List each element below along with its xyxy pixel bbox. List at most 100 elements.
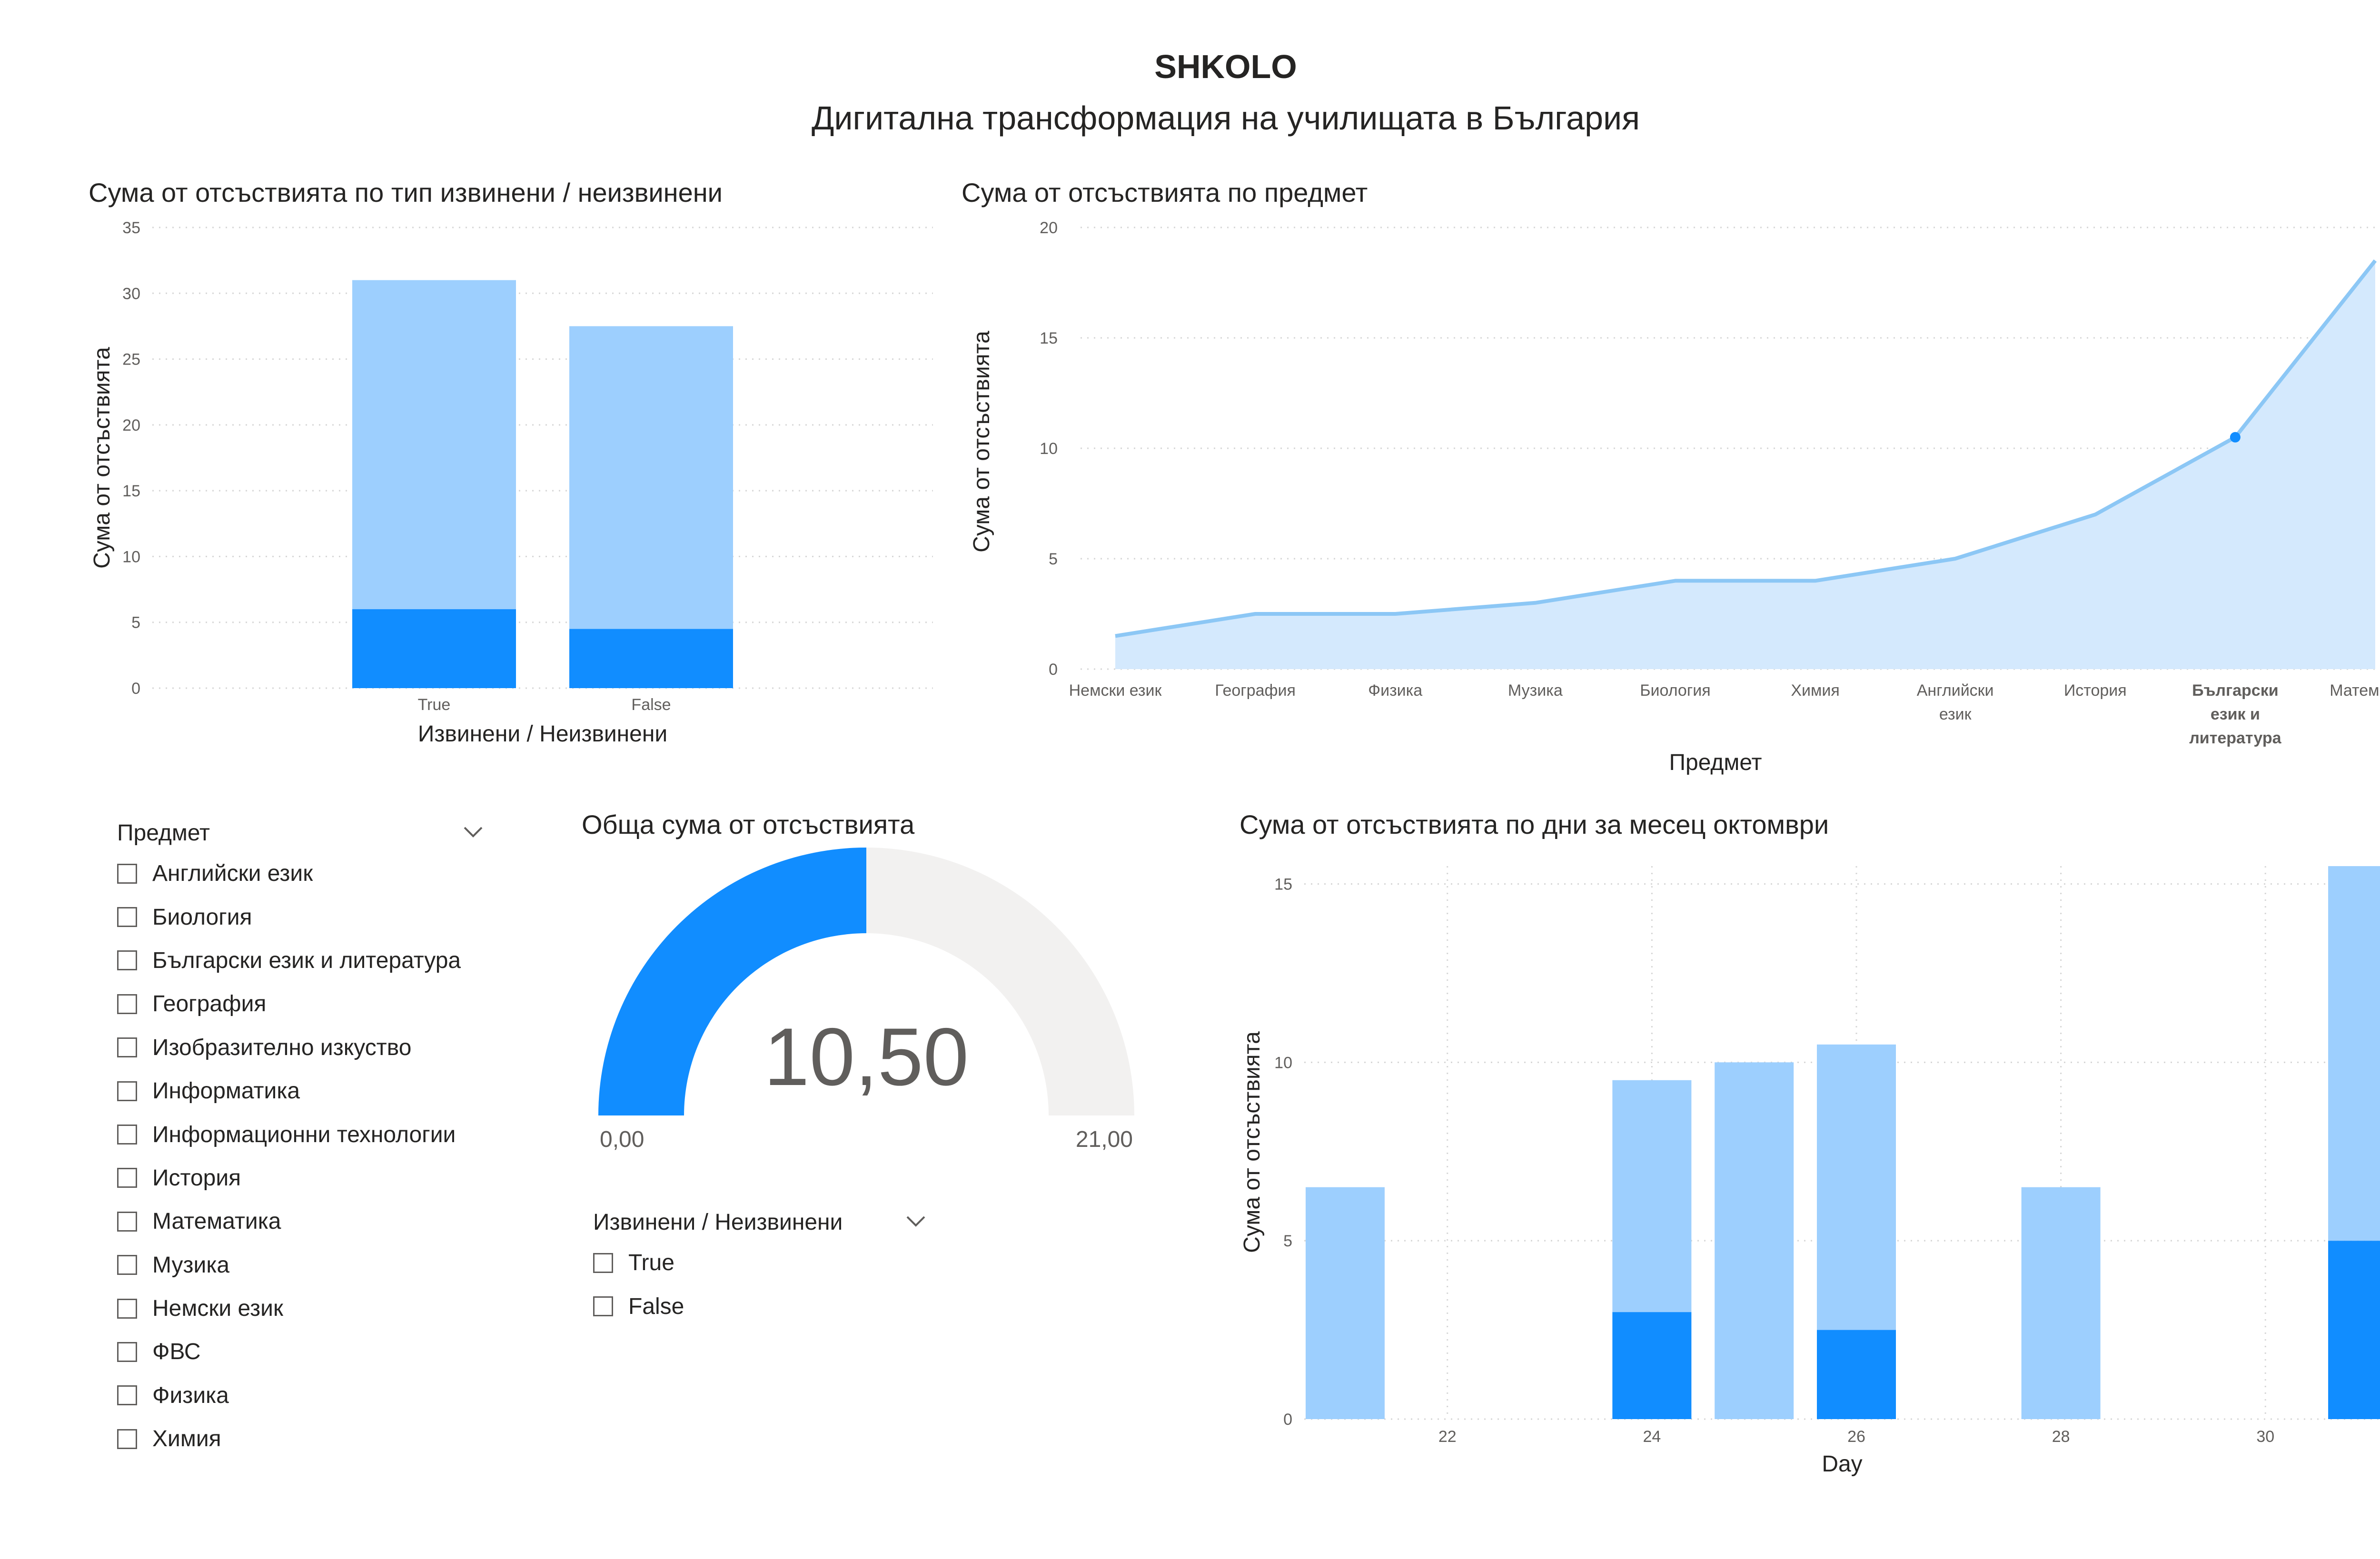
chevron-down-icon[interactable] xyxy=(905,1214,926,1231)
checkbox[interactable] xyxy=(117,1211,137,1232)
y-tick-label: 10 xyxy=(1040,440,1058,458)
y-tick-label: 0 xyxy=(1049,661,1058,679)
subject-slicer-item-label: ФВС xyxy=(152,1339,201,1365)
chart-absences-by-subject[interactable]: 0 5 10 15 20 Немски език География Физика Музика… xyxy=(947,209,2380,795)
subject-slicer-item[interactable]: ФВС xyxy=(117,1330,484,1373)
subject-slicer-item[interactable]: Изобразително изкуство xyxy=(117,1026,484,1069)
y-axis-title: Сума от отсъствията xyxy=(89,347,115,569)
subject-slicer-header: Предмет xyxy=(117,820,210,846)
checkbox[interactable] xyxy=(117,994,137,1014)
data-point[interactable] xyxy=(1675,580,1676,581)
checkbox[interactable] xyxy=(117,863,137,884)
chart-subject-title: Сума от отсъствията по предмет xyxy=(962,178,1368,207)
subject-slicer-item[interactable]: Информационни технологии xyxy=(117,1113,484,1156)
bar-segment-light[interactable] xyxy=(1715,1062,1794,1419)
subject-slicer-item[interactable]: Български език и литература xyxy=(117,939,484,982)
y-axis-title: Сума от отсъствията xyxy=(969,331,994,553)
gauge-title: Обща сума от отсъствията xyxy=(582,809,915,839)
subject-slicer-item[interactable]: Физика xyxy=(117,1374,484,1417)
x-tick-label: True xyxy=(418,696,451,714)
bar-segment-dark[interactable] xyxy=(2328,1241,2380,1419)
subject-slicer-item[interactable]: Английски език xyxy=(117,852,484,895)
excused-slicer: Извинени / Неизвинени True False xyxy=(593,1203,926,1328)
chart-excused-by-type[interactable]: 0 5 10 15 20 25 30 35 True False Извинени / Неизви… xyxy=(0,209,952,757)
report-title: SHKOLO xyxy=(1154,48,1297,85)
subject-slicer-item-label: Немски език xyxy=(152,1296,283,1322)
x-tick-label: История xyxy=(2064,681,2127,700)
subject-slicer-item-label: Музика xyxy=(152,1252,230,1278)
checkbox[interactable] xyxy=(117,1168,137,1188)
subject-slicer-item[interactable]: Биология xyxy=(117,895,484,938)
bar-segment-light[interactable] xyxy=(1817,1044,1896,1330)
y-tick-label: 20 xyxy=(1040,219,1058,237)
chart-absences-by-day[interactable]: 22 24 26 28 30 0 5 10 15 Day Сума от отсъствията xyxy=(1228,847,2380,1490)
subject-slicer-item[interactable]: История xyxy=(117,1156,484,1200)
y-tick-label: 30 xyxy=(122,285,140,303)
data-point[interactable] xyxy=(1115,635,1116,636)
checkbox[interactable] xyxy=(117,1125,137,1145)
subject-slicer-item-label: Физика xyxy=(152,1382,229,1408)
checkbox[interactable] xyxy=(117,1037,137,1058)
subject-slicer-item[interactable]: Немски език xyxy=(117,1287,484,1330)
excused-slicer-item[interactable]: True xyxy=(593,1241,926,1284)
subject-slicer-item[interactable]: Математика xyxy=(117,1200,484,1243)
y-tick-label: 10 xyxy=(122,548,140,566)
x-tick-label: Математика xyxy=(2330,681,2380,700)
checkbox[interactable] xyxy=(117,1298,137,1319)
bar-segment-light[interactable] xyxy=(2021,1187,2101,1419)
x-axis-title: Day xyxy=(1822,1451,1862,1477)
bar-segment-light[interactable] xyxy=(1612,1080,1692,1312)
excused-slicer-item-label: False xyxy=(628,1293,684,1319)
excused-slicer-item[interactable]: False xyxy=(593,1284,926,1328)
y-tick-label: 15 xyxy=(1040,329,1058,347)
bar-segment-light[interactable] xyxy=(1305,1187,1385,1419)
bar-segment-dark[interactable] xyxy=(1817,1330,1896,1419)
chevron-down-icon[interactable] xyxy=(463,825,484,841)
x-tick-label: Музика xyxy=(1508,681,1563,700)
checkbox[interactable] xyxy=(117,950,137,971)
bar-segment-dark[interactable] xyxy=(352,609,516,688)
subject-slicer-item-label: Изобразително изкуство xyxy=(152,1035,412,1060)
excused-slicer-item-label: True xyxy=(628,1250,674,1276)
data-point[interactable] xyxy=(2375,260,2376,261)
data-point[interactable] xyxy=(1395,613,1396,614)
subject-slicer-item[interactable]: Музика xyxy=(117,1243,484,1287)
y-tick-label: 0 xyxy=(1283,1411,1292,1429)
subject-slicer-item-label: Информатика xyxy=(152,1078,300,1104)
bar-segment-light[interactable] xyxy=(2328,866,2380,1241)
y-tick-label: 15 xyxy=(122,482,140,500)
subject-slicer-item[interactable]: Химия xyxy=(117,1417,484,1460)
checkbox[interactable] xyxy=(117,1255,137,1275)
report-subtitle: Дигитална трансформация на училищата в Б… xyxy=(811,99,1640,137)
data-point[interactable] xyxy=(1255,613,1256,614)
checkbox[interactable] xyxy=(117,1429,137,1449)
data-point[interactable] xyxy=(2230,432,2241,443)
y-tick-label: 15 xyxy=(1274,875,1292,893)
bar-segment-light[interactable] xyxy=(352,280,516,610)
subject-slicer-item[interactable]: Информатика xyxy=(117,1069,484,1113)
checkbox[interactable] xyxy=(117,1385,137,1406)
subject-slicer-item-label: География xyxy=(152,991,267,1017)
bar-segment-dark[interactable] xyxy=(1612,1312,1692,1419)
x-tick-label: Немски език xyxy=(1069,681,1162,700)
checkbox[interactable] xyxy=(593,1296,613,1317)
data-point[interactable] xyxy=(2095,514,2096,515)
y-tick-label: 0 xyxy=(131,680,140,698)
data-point[interactable] xyxy=(1815,580,1816,581)
x-tick-label: Физика xyxy=(1368,681,1422,700)
checkbox[interactable] xyxy=(117,907,137,928)
checkbox[interactable] xyxy=(117,1342,137,1362)
total-absences-gauge[interactable]: 10,50 0,00 21,00 xyxy=(562,838,1161,1171)
bar-segment-dark[interactable] xyxy=(569,629,733,688)
y-tick-label: 10 xyxy=(1274,1054,1292,1072)
data-point[interactable] xyxy=(1535,602,1536,603)
bar-segment-light[interactable] xyxy=(569,326,733,629)
x-tick-label: Български език и литература xyxy=(2189,681,2281,747)
data-point[interactable] xyxy=(1955,558,1956,559)
x-tick-label: 28 xyxy=(2052,1428,2070,1446)
checkbox[interactable] xyxy=(593,1253,613,1273)
x-tick-label: False xyxy=(631,696,671,714)
subject-slicer-item[interactable]: География xyxy=(117,982,484,1026)
checkbox[interactable] xyxy=(117,1081,137,1101)
y-axis-title: Сума от отсъствията xyxy=(1240,1031,1265,1253)
